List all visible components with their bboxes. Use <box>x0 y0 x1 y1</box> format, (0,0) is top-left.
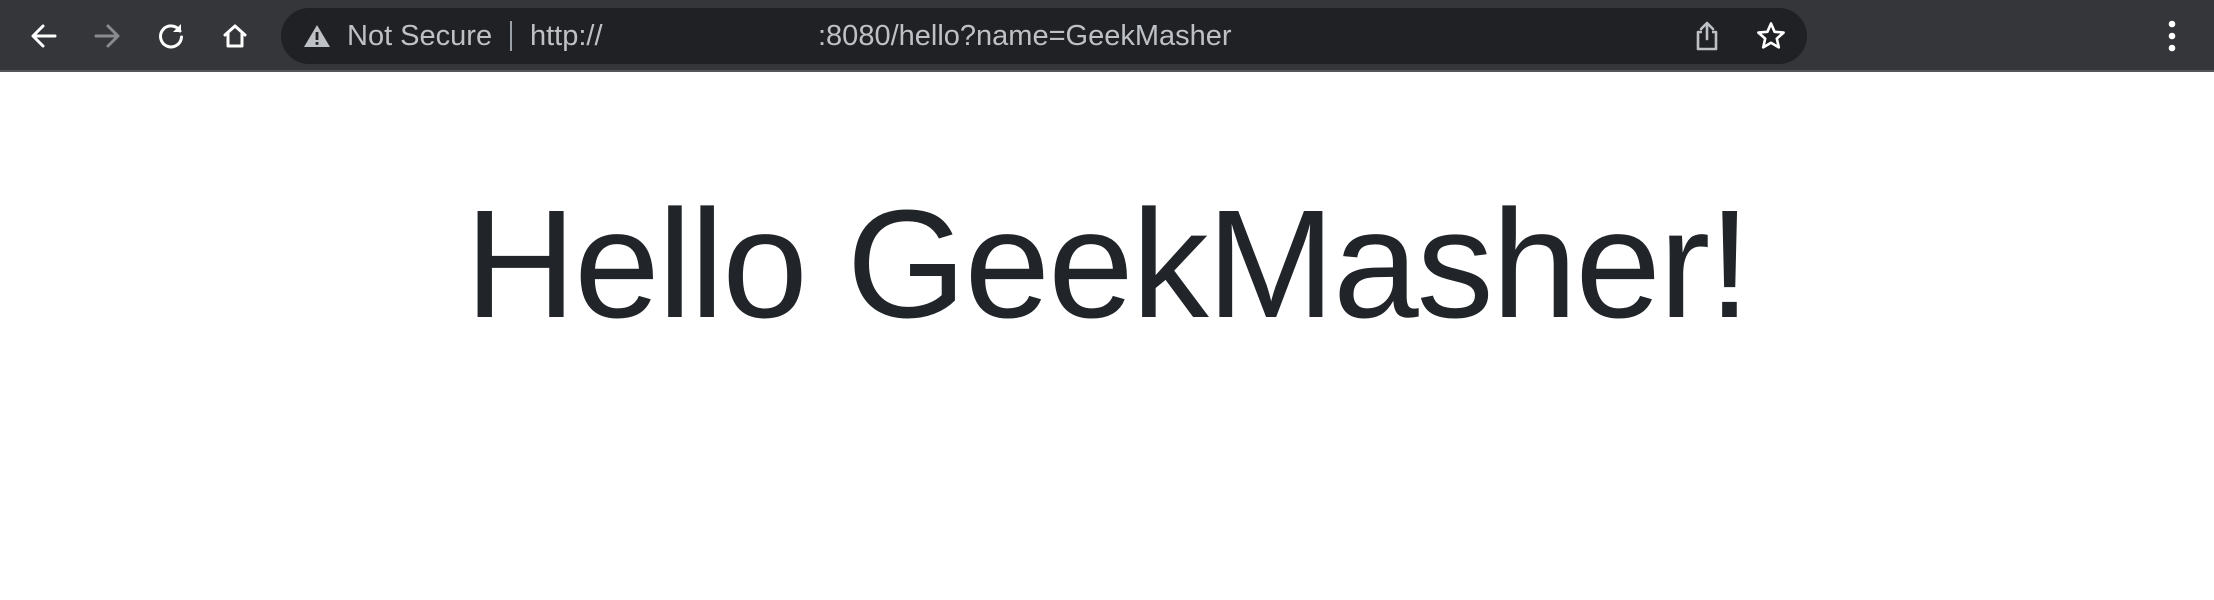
page-content: Hello GeekMasher! <box>0 72 2214 600</box>
security-status-label[interactable]: Not Secure <box>347 8 492 64</box>
browser-toolbar: Not Secure http:// :8080/hello?name=Geek… <box>0 0 2214 72</box>
url-path-text[interactable]: :8080/hello?name=GeekMasher <box>818 8 1232 64</box>
kebab-menu-icon <box>2168 20 2176 52</box>
forward-button[interactable] <box>85 14 129 58</box>
warning-triangle-icon[interactable] <box>303 23 331 49</box>
browser-menu-button[interactable] <box>2152 14 2192 58</box>
reload-icon <box>159 24 183 49</box>
home-button[interactable] <box>213 14 257 58</box>
page-heading: Hello GeekMasher! <box>464 178 1751 350</box>
bookmark-button[interactable] <box>1751 16 1791 56</box>
share-icon <box>1696 21 1718 51</box>
home-icon <box>223 24 247 48</box>
url-scheme-text[interactable]: http:// <box>530 8 603 64</box>
star-icon <box>1757 22 1785 49</box>
address-bar[interactable]: Not Secure http:// :8080/hello?name=Geek… <box>281 8 1807 64</box>
omnibox-divider <box>510 21 512 51</box>
back-button[interactable] <box>22 14 66 58</box>
back-arrow-icon <box>31 24 57 48</box>
share-button[interactable] <box>1687 16 1727 56</box>
forward-arrow-icon <box>94 24 120 48</box>
reload-button[interactable] <box>149 14 193 58</box>
